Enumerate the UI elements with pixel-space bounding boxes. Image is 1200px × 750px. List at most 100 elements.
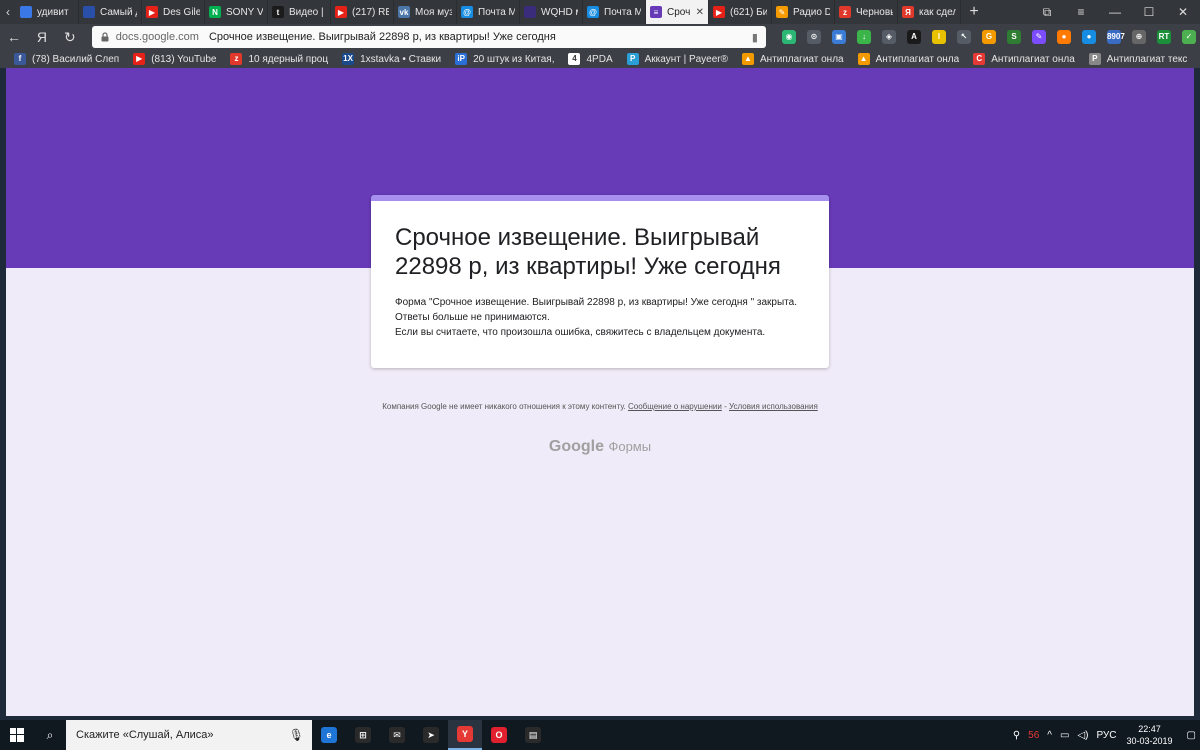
bookmark-item[interactable]: iP 20 штук из Китая,: [455, 53, 554, 65]
taskbar-app-video-editor[interactable]: ▤: [516, 720, 550, 750]
browser-tab[interactable]: удивит: [16, 0, 79, 24]
bookmark-favicon-icon: z: [230, 53, 243, 65]
form-contact-owner: Если вы считаете, что произошла ошибка, …: [395, 327, 766, 338]
new-tab-button[interactable]: +: [961, 0, 987, 24]
report-abuse-link[interactable]: Сообщение о нарушении: [628, 402, 722, 411]
browser-tab[interactable]: WQHD м: [520, 0, 583, 24]
maximize-button[interactable]: ☐: [1132, 5, 1166, 19]
tabs-scroll-left-icon[interactable]: ‹: [0, 0, 16, 24]
bookmark-favicon-icon: iP: [455, 53, 468, 65]
browser-tab[interactable]: ▶ Des Gilet: [142, 0, 205, 24]
back-button[interactable]: ←: [0, 29, 28, 45]
address-row: ← Я ↻ docs.google.com Срочное извещение.…: [0, 24, 1200, 50]
bookmark-icon[interactable]: ▮: [752, 31, 758, 44]
google-forms-brand[interactable]: Google Формы: [6, 438, 1194, 456]
bookmark-item[interactable]: 4 4PDA: [568, 53, 613, 65]
microphone-icon[interactable]: 🎙: [289, 728, 304, 742]
yandex-home-button[interactable]: Я: [28, 29, 56, 45]
form-closed-message: Форма "Срочное извещение. Выигрывай 2289…: [395, 297, 797, 308]
bookmark-item[interactable]: 1X 1xstavka • Ставки: [342, 53, 441, 65]
browser-tab[interactable]: vk Моя муз: [394, 0, 457, 24]
address-bar[interactable]: docs.google.com Срочное извещение. Выигр…: [91, 26, 766, 48]
extension-icon: l: [931, 30, 946, 44]
yandex-browser-icon: Y: [457, 726, 473, 742]
browser-tab[interactable]: z Черновы: [835, 0, 898, 24]
tab-close-icon[interactable]: ✕: [696, 7, 704, 18]
tab-bar: ‹ удивит Самый д ▶ Des Gilet N SONY Ve t Видео …: [0, 0, 1200, 24]
bookmark-label: (813) YouTube: [151, 53, 217, 65]
browser-tab[interactable]: ▶ (217) REI: [331, 0, 394, 24]
extension-button[interactable]: ↖: [953, 28, 975, 46]
bookmark-item[interactable]: z 10 ядерный проц: [230, 53, 328, 65]
bookmark-label: Антиплагиат онла: [760, 53, 844, 65]
tab-label: WQHD м: [541, 6, 578, 18]
extension-button[interactable]: ✎: [1028, 28, 1050, 46]
people-icon[interactable]: ⚲: [1013, 730, 1020, 741]
extension-button[interactable]: 8907: [1103, 28, 1125, 46]
volume-icon[interactable]: ◁): [1077, 730, 1088, 741]
browser-tab[interactable]: t Видео | Т: [268, 0, 331, 24]
close-window-button[interactable]: ✕: [1166, 5, 1200, 19]
tab-label: Сроч: [667, 6, 691, 18]
extension-button[interactable]: l: [928, 28, 950, 46]
taskbar-app-edge[interactable]: e: [312, 720, 346, 750]
browser-tab[interactable]: Якак сдел: [898, 0, 961, 24]
browser-menu-icon[interactable]: ≡: [1064, 5, 1098, 19]
keyboard-language[interactable]: РУС: [1096, 730, 1116, 741]
extension-button[interactable]: RT: [1153, 28, 1175, 46]
terms-link[interactable]: Условия использования: [729, 402, 818, 411]
extension-button[interactable]: ▣: [828, 28, 850, 46]
extension-button[interactable]: ⊙: [803, 28, 825, 46]
bookmark-item[interactable]: ▲ Антиплагиат онла: [857, 53, 959, 65]
extension-button[interactable]: A: [903, 28, 925, 46]
extension-button[interactable]: ↓: [853, 28, 875, 46]
browser-tab[interactable]: @ Почта М: [583, 0, 646, 24]
extension-button[interactable]: ◉: [778, 28, 800, 46]
tray-expand-icon[interactable]: ^: [1047, 730, 1052, 741]
alice-search-box[interactable]: Скажите «Слушай, Алиса» 🎙: [66, 720, 312, 750]
browser-tab[interactable]: N SONY Ve: [205, 0, 268, 24]
bookmark-item[interactable]: P Аккаунт | Payeer®: [626, 53, 728, 65]
restore-tabs-icon[interactable]: ⧉: [1030, 5, 1064, 20]
tab-favicon-icon: ▶: [335, 6, 347, 18]
taskbar-app-opera[interactable]: O: [482, 720, 516, 750]
taskbar-app-yandex-browser[interactable]: Y: [448, 720, 482, 750]
extension-icon: ↖: [956, 30, 971, 44]
browser-tab[interactable]: ▶ (621) Би: [709, 0, 772, 24]
clock[interactable]: 22:47 30-03-2019: [1127, 723, 1173, 747]
tray-battery-indicator[interactable]: 56: [1028, 730, 1039, 741]
bookmark-item[interactable]: ▶ (813) YouTube: [133, 53, 216, 65]
network-icon[interactable]: ▭: [1060, 730, 1069, 741]
extension-button[interactable]: ●: [1053, 28, 1075, 46]
browser-tab[interactable]: ✎ Радио DI: [772, 0, 835, 24]
tab-label: Моя муз: [415, 6, 452, 18]
tab-label: Почта М: [478, 6, 515, 18]
extension-icon: ⊕: [1131, 30, 1146, 44]
taskbar-app-mail[interactable]: ✉: [380, 720, 414, 750]
tab-favicon-icon: [524, 6, 536, 18]
extension-button[interactable]: S: [1003, 28, 1025, 46]
start-button[interactable]: [0, 720, 34, 750]
bookmark-favicon-icon: ▲: [742, 53, 755, 65]
extension-button[interactable]: ●: [1078, 28, 1100, 46]
taskbar-app-telegram[interactable]: ➤: [414, 720, 448, 750]
extension-button[interactable]: ⊕: [1128, 28, 1150, 46]
windows-logo-icon: [10, 728, 24, 742]
search-icon[interactable]: ⌕: [34, 728, 66, 743]
extension-button[interactable]: G: [978, 28, 1000, 46]
minimize-button[interactable]: —: [1098, 5, 1132, 19]
reload-button[interactable]: ↻: [56, 29, 84, 46]
browser-tab[interactable]: ≡ Сроч ✕: [646, 0, 709, 24]
bookmark-item[interactable]: ▲ Антиплагиат онла: [742, 53, 844, 65]
browser-tab[interactable]: Самый д: [79, 0, 142, 24]
bookmark-item[interactable]: C Антиплагиат онла: [973, 53, 1075, 65]
extension-button[interactable]: ◈: [878, 28, 900, 46]
bookmark-item[interactable]: f (78) Василий Слеп: [14, 53, 119, 65]
tab-label: Радио DI: [793, 6, 830, 18]
extension-icon: ●: [1081, 30, 1096, 44]
extension-button[interactable]: ✓: [1178, 28, 1200, 46]
notifications-icon[interactable]: ▢: [1187, 730, 1196, 741]
bookmark-item[interactable]: P Антиплагиат текс: [1088, 53, 1187, 65]
taskbar-app-store[interactable]: ⊞: [346, 720, 380, 750]
browser-tab[interactable]: @ Почта М: [457, 0, 520, 24]
